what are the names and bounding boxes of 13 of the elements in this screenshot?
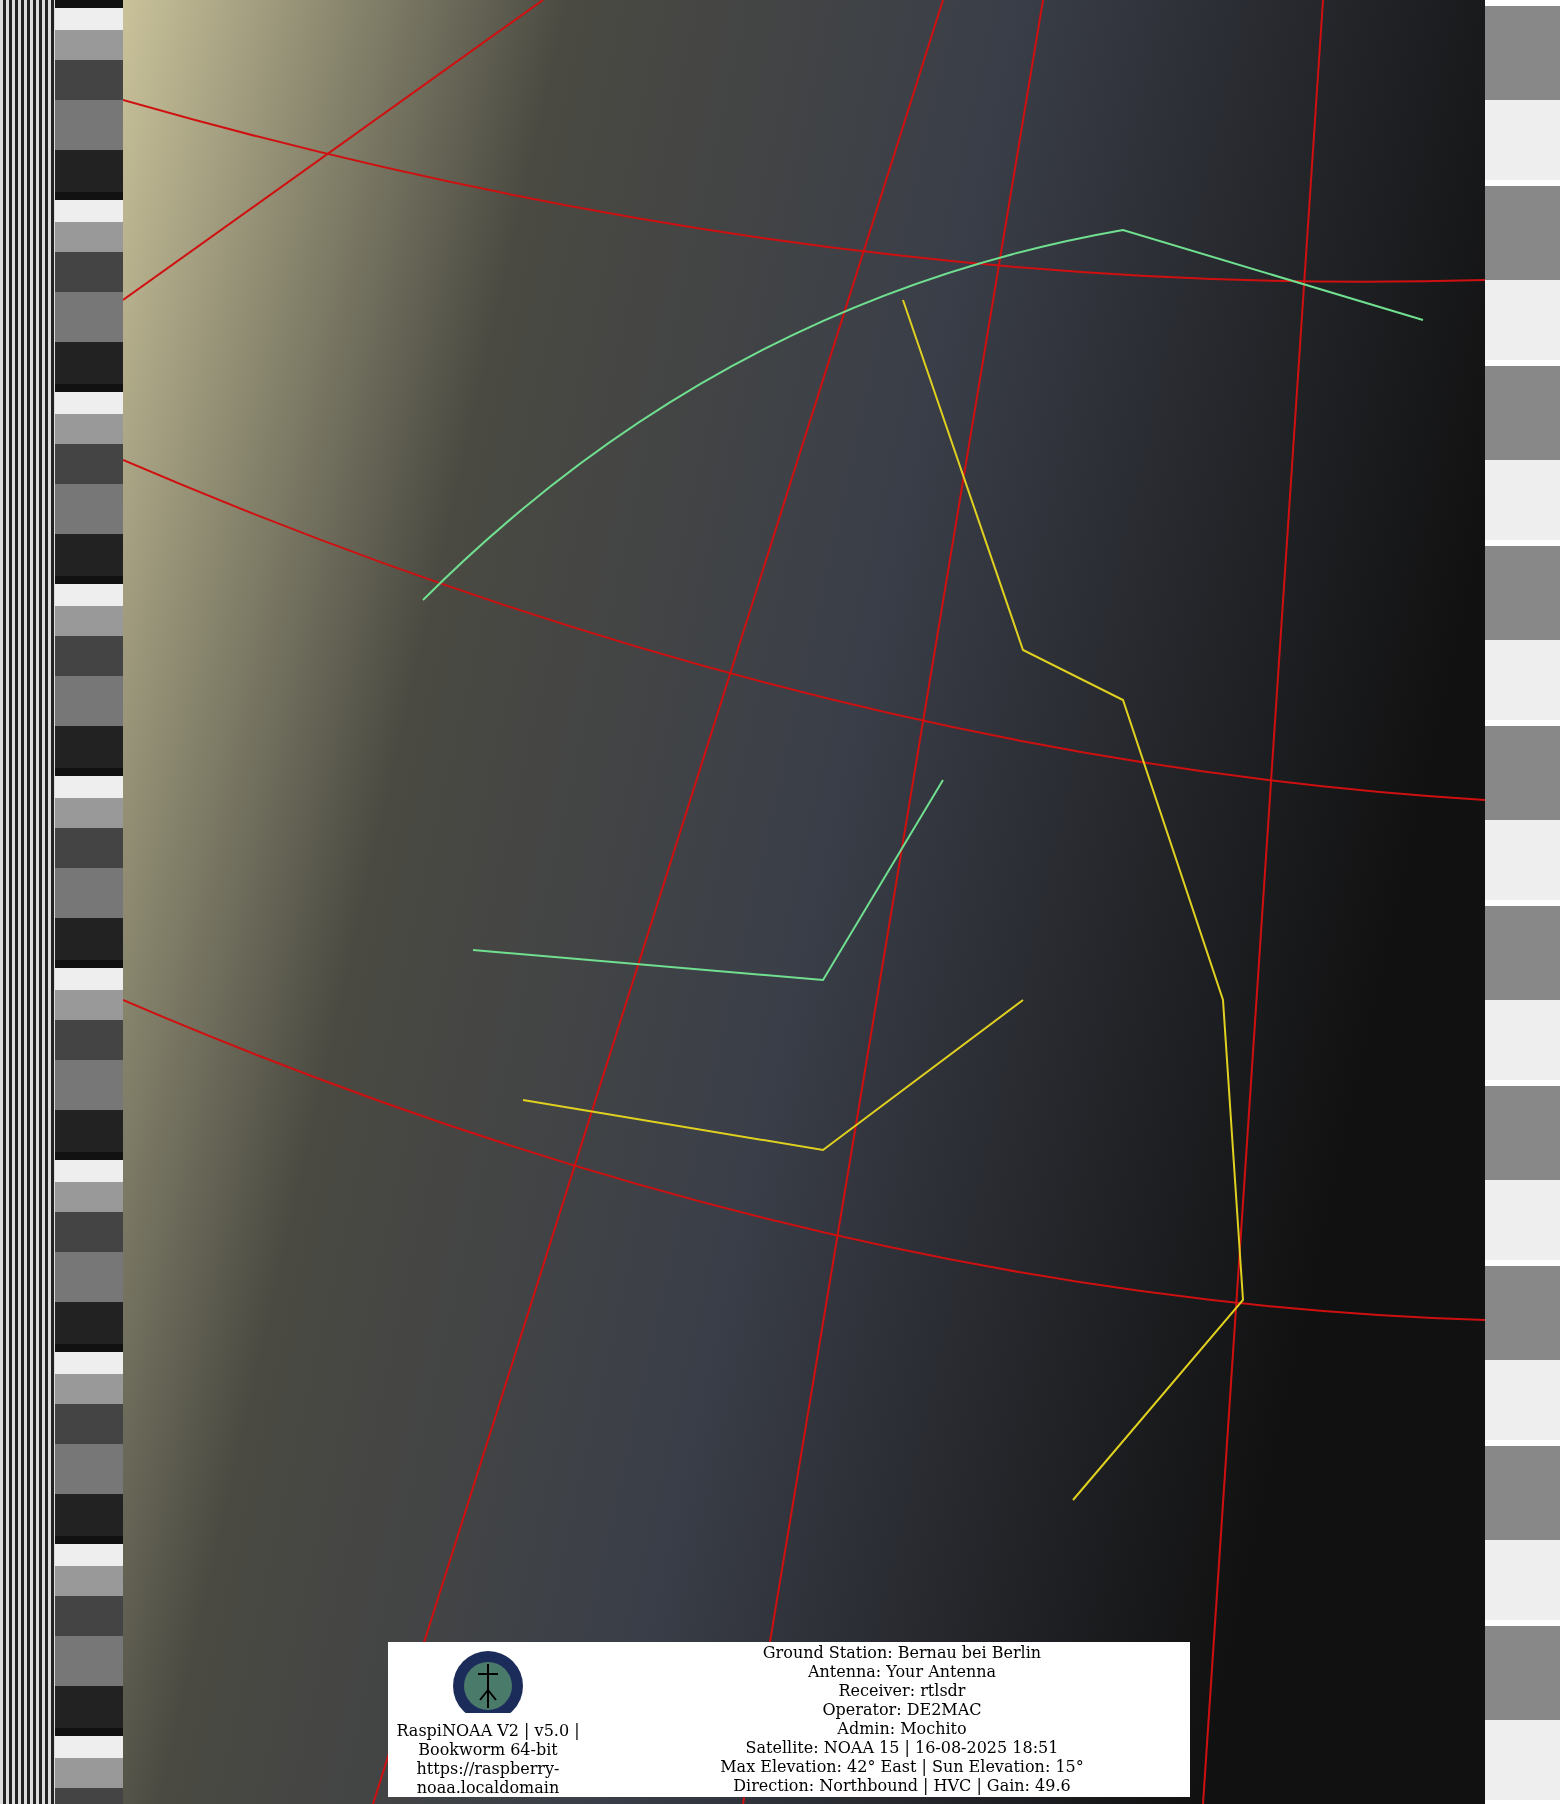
info-line: noaa.localdomain — [415, 1778, 561, 1797]
info-line: Ground Station: Bernau bei Berlin — [762, 1643, 1042, 1662]
info-line: https://raspberry- — [415, 1759, 561, 1778]
info-line: Antenna: Your Antenna — [807, 1662, 997, 1681]
info-line: Receiver: rtlsdr — [838, 1681, 966, 1700]
station-logo-icon — [452, 1650, 524, 1713]
info-line: Satellite: NOAA 15 | 16-08-2025 18:51 — [745, 1738, 1059, 1757]
info-line: RaspiNOAA V2 | v5.0 | — [396, 1721, 580, 1740]
info-line: Admin: Mochito — [837, 1719, 967, 1738]
info-line: Max Elevation: 42° East | Sun Elevation: 15° — [720, 1757, 1084, 1776]
info-line: Direction: Northbound | HVC | Gain: 49.6 — [733, 1776, 1071, 1795]
info-line: Operator: DE2MAC — [822, 1700, 982, 1719]
info-line: Bookworm 64-bit — [417, 1740, 559, 1759]
